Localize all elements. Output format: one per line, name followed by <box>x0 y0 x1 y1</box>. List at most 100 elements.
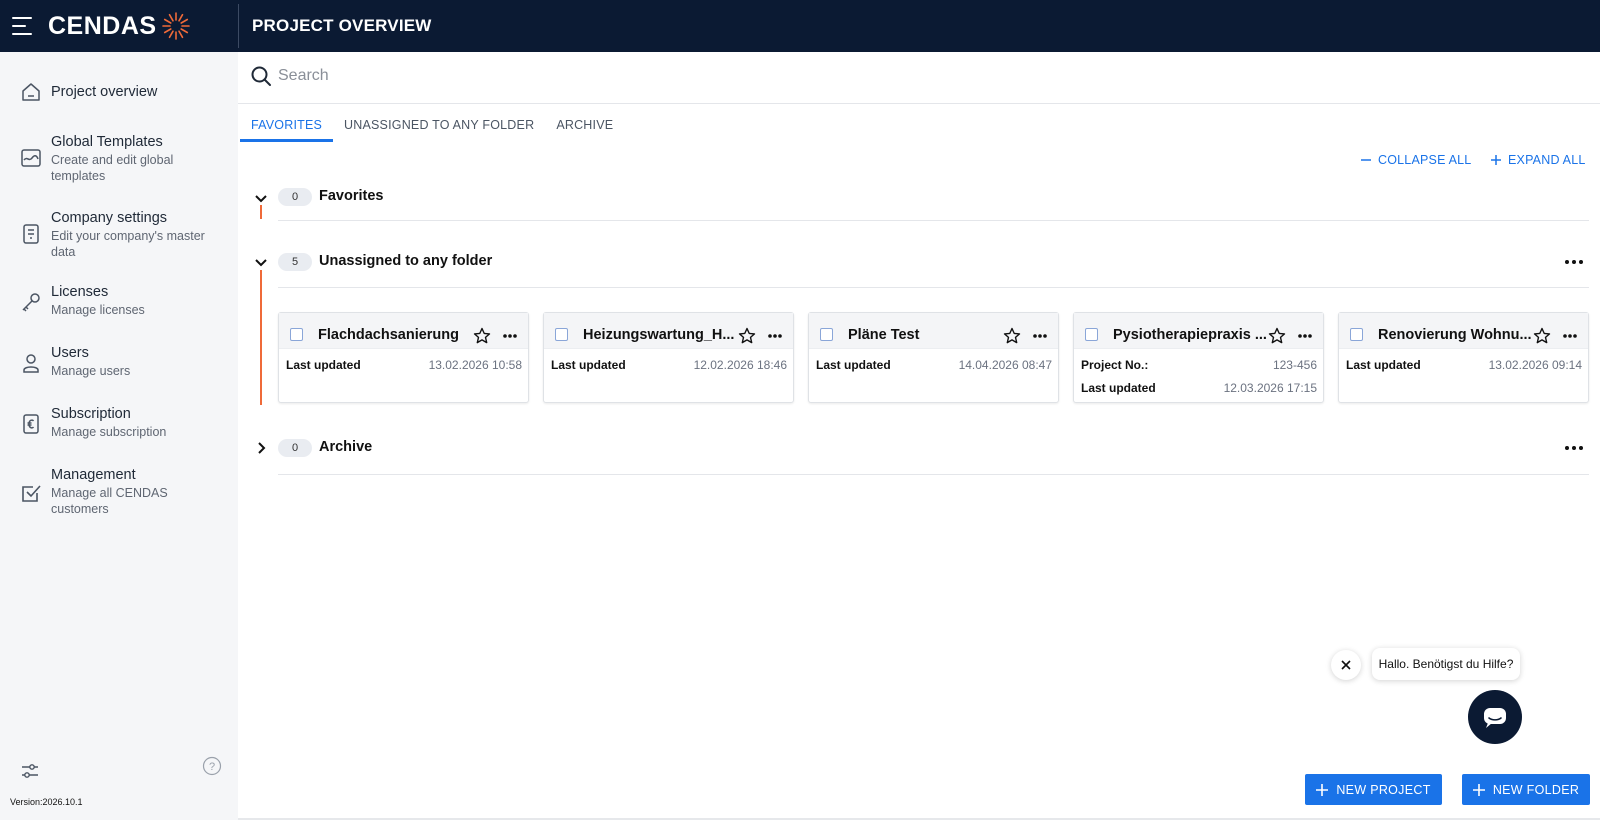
count-badge: 5 <box>278 253 312 271</box>
sidebar-item-subtitle: Manage all CENDAS customers <box>51 486 168 516</box>
card-row: Project No.: 123-456 <box>1081 358 1317 372</box>
svg-text:?: ? <box>209 761 215 773</box>
sidebar-item-subscription[interactable]: Subscription Manage subscription <box>0 404 238 444</box>
chat-greeting-bubble[interactable]: Hallo. Benötigst du Hilfe? <box>1372 648 1520 680</box>
star-icon[interactable] <box>1533 327 1551 345</box>
card-checkbox[interactable] <box>555 328 568 341</box>
tab-unassigned[interactable]: UNASSIGNED TO ANY FOLDER <box>333 112 545 142</box>
sidebar-item-project-overview[interactable]: Project overview <box>0 77 238 107</box>
card-checkbox[interactable] <box>290 328 303 341</box>
minus-icon <box>1361 159 1371 161</box>
chat-close-button[interactable] <box>1331 650 1361 680</box>
project-card[interactable]: Heizungswartung_H... Last updated 12.02.… <box>543 312 794 403</box>
plus-icon <box>1472 783 1485 796</box>
project-card[interactable]: Pläne Test Last updated 14.04.2026 08:47 <box>808 312 1059 403</box>
chevron-right-icon[interactable] <box>252 439 270 457</box>
more-options-icon[interactable] <box>1297 333 1313 339</box>
page-title: PROJECT OVERVIEW <box>252 16 432 35</box>
close-icon <box>1341 660 1351 670</box>
tab-favorites[interactable]: FAVORITES <box>240 112 334 142</box>
card-row-label: Last updated <box>286 358 361 372</box>
project-name: Heizungswartung_H... <box>583 327 735 343</box>
search-input[interactable] <box>278 62 878 90</box>
expand-all-button[interactable]: EXPAND ALL <box>1491 153 1586 167</box>
home-icon <box>22 83 40 101</box>
key-icon <box>22 293 40 312</box>
card-row-label: Last updated <box>816 358 891 372</box>
project-card[interactable]: Pysiotherapiepraxis ... Project No.: 123… <box>1073 312 1324 403</box>
document-icon <box>23 224 39 244</box>
card-row-value: 12.02.2026 18:46 <box>693 358 787 372</box>
top-bar: CENDAS PROJECT OVERVIEW <box>0 0 1600 52</box>
sidebar-item-label: Subscription <box>51 406 131 422</box>
star-icon[interactable] <box>1268 327 1286 345</box>
project-name: Pläne Test <box>848 327 920 343</box>
project-name: Renovierung Wohnu... <box>1378 327 1532 343</box>
chat-icon <box>1484 708 1506 728</box>
section-title: Archive <box>319 439 373 455</box>
help-icon[interactable]: ? <box>202 756 222 776</box>
more-options-icon[interactable] <box>502 333 518 339</box>
card-row-value: 13.02.2026 09:14 <box>1488 358 1582 372</box>
sidebar-item-global-templates[interactable]: Global Templates Create and edit global … <box>0 130 238 186</box>
sidebar-item-subtitle: Manage users <box>51 364 131 378</box>
star-icon[interactable] <box>738 327 756 345</box>
tab-bar: FAVORITES UNASSIGNED TO ANY FOLDER ARCHI… <box>240 112 624 142</box>
section-unassigned: 5 Unassigned to any folder <box>252 250 1588 290</box>
sidebar-item-licenses[interactable]: Licenses Manage licenses <box>0 282 238 322</box>
more-options-icon[interactable] <box>1562 333 1578 339</box>
star-icon[interactable] <box>1003 327 1021 345</box>
chat-launcher-button[interactable] <box>1468 690 1522 744</box>
sidebar-item-label: Project overview <box>51 84 158 100</box>
card-row-value: 14.04.2026 08:47 <box>958 358 1052 372</box>
chevron-down-icon[interactable] <box>252 253 270 271</box>
card-row-value: 12.03.2026 17:15 <box>1223 381 1317 395</box>
section-title: Favorites <box>319 188 384 204</box>
section-accent-bar <box>260 205 262 219</box>
sidebar-item-subtitle: Manage licenses <box>51 303 145 317</box>
more-options-icon[interactable] <box>1563 443 1585 453</box>
plus-icon <box>1491 155 1501 165</box>
star-icon[interactable] <box>473 327 491 345</box>
section-title: Unassigned to any folder <box>319 253 493 269</box>
sidebar-item-subtitle: Create and edit global templates <box>51 153 174 183</box>
settings-sliders-icon[interactable] <box>20 761 40 781</box>
collapse-all-button[interactable]: COLLAPSE ALL <box>1361 153 1471 167</box>
checkbox-icon <box>22 485 41 502</box>
card-row-label: Last updated <box>551 358 626 372</box>
sidebar-item-label: Company settings <box>51 210 168 226</box>
search-icon[interactable] <box>250 65 272 87</box>
collapse-all-label: COLLAPSE ALL <box>1378 153 1472 167</box>
project-card[interactable]: Renovierung Wohnu... Last updated 13.02.… <box>1338 312 1589 403</box>
card-checkbox[interactable] <box>1350 328 1363 341</box>
new-folder-button[interactable]: NEW FOLDER <box>1462 774 1590 805</box>
tab-archive[interactable]: ARCHIVE <box>545 112 624 142</box>
section-accent-bar <box>260 270 262 405</box>
cendas-logo[interactable]: CENDAS <box>48 11 191 41</box>
project-card[interactable]: Flachdachsanierung Last updated 13.02.20… <box>278 312 529 403</box>
card-checkbox[interactable] <box>820 328 833 341</box>
sidebar-item-label: Users <box>51 345 89 361</box>
sidebar-item-management[interactable]: Management Manage all CENDAS customers <box>0 465 238 521</box>
sidebar-item-label: Management <box>51 467 136 483</box>
hamburger-menu-icon[interactable] <box>12 17 34 35</box>
section-divider <box>278 220 1589 221</box>
card-row-value: 13.02.2026 10:58 <box>428 358 522 372</box>
plus-icon <box>1316 783 1329 796</box>
euro-document-icon <box>23 414 39 434</box>
card-row-label: Last updated <box>1346 358 1421 372</box>
more-options-icon[interactable] <box>1032 333 1048 339</box>
card-row-label: Last updated <box>1081 381 1156 395</box>
sidebar-item-subtitle: Edit your company's master data <box>51 229 205 259</box>
card-row: Last updated 14.04.2026 08:47 <box>816 358 1052 372</box>
sidebar-item-users[interactable]: Users Manage users <box>0 343 238 383</box>
card-checkbox[interactable] <box>1085 328 1098 341</box>
sidebar: Project overview Global Templates Create… <box>0 52 238 820</box>
section-divider <box>278 287 1589 288</box>
more-options-icon[interactable] <box>1563 257 1585 267</box>
topbar-divider <box>238 4 239 48</box>
more-options-icon[interactable] <box>767 333 783 339</box>
sidebar-item-company-settings[interactable]: Company settings Edit your company's mas… <box>0 206 238 262</box>
version-label: Version:2026.10.1 <box>10 797 83 807</box>
new-project-button[interactable]: NEW PROJECT <box>1305 774 1442 805</box>
